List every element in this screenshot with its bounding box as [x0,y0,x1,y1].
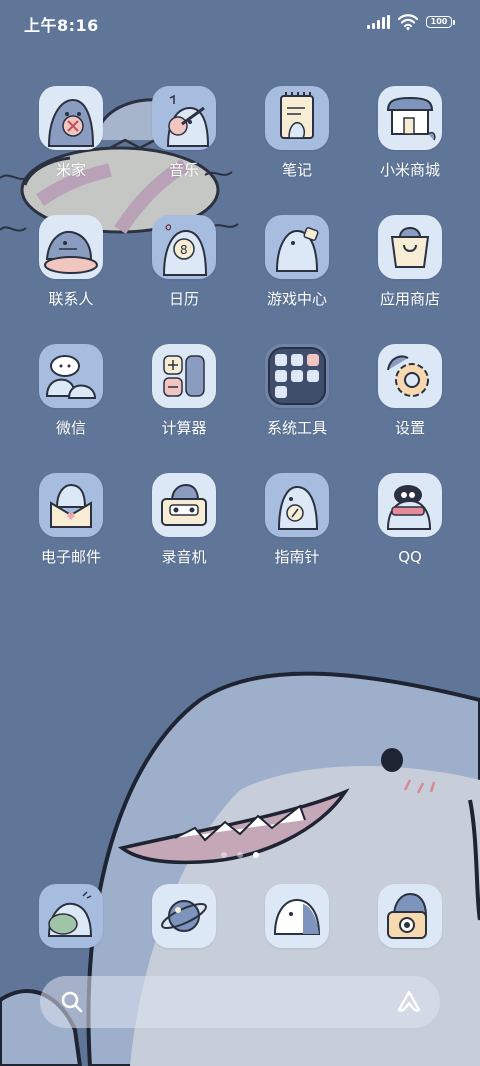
app-label: 指南针 [274,548,320,566]
app-wechat[interactable]: 微信 [15,344,127,438]
app-label: 计算器 [161,419,207,437]
music-shark-guitar-icon[interactable] [152,86,216,150]
mi-store-shark-house-icon[interactable] [378,86,442,150]
calendar-shark-number-icon[interactable]: 8 [152,215,216,279]
app-label: 联系人 [48,290,94,308]
app-label: 日历 [168,290,199,308]
battery-icon: 100 [426,16,455,28]
svg-text:8: 8 [180,243,188,257]
search-bar[interactable] [40,976,440,1028]
signal-icon [367,15,390,29]
app-mi-store[interactable]: 小米商城 [354,86,466,180]
mijia-shark-icon[interactable] [39,86,103,150]
app-label: 微信 [55,419,86,437]
dock-phone[interactable] [39,884,103,948]
app-music[interactable]: 音乐 [128,86,240,180]
app-label: QQ [398,548,422,566]
page-indicator[interactable] [0,852,480,858]
app-label: 应用商店 [379,290,440,308]
recorder-shark-cassette-icon[interactable] [152,473,216,537]
dock-browser[interactable] [152,884,216,948]
email-shark-envelope-icon[interactable] [39,473,103,537]
system-tools-folder-icon[interactable] [265,344,329,408]
calculator-icon[interactable] [152,344,216,408]
dock-messages[interactable] [265,884,329,948]
app-settings[interactable]: 设置 [354,344,466,438]
camera-shark-icon[interactable] [378,884,442,948]
browser-planet-icon[interactable] [152,884,216,948]
dock-camera[interactable] [378,884,442,948]
app-qq[interactable]: QQ [354,473,466,567]
status-time: 上午8:16 [24,16,99,35]
status-icons: 100 [367,12,455,32]
qq-penguin-shark-icon[interactable] [378,473,442,537]
page-dot[interactable] [221,852,227,858]
app-store-shark-bag-icon[interactable] [378,215,442,279]
messages-shark-icon[interactable] [265,884,329,948]
app-email[interactable]: 电子邮件 [15,473,127,567]
app-recorder[interactable]: 录音机 [128,473,240,567]
app-contacts[interactable]: 联系人 [15,215,127,309]
status-bar: 上午8:16 100 [0,0,480,44]
game-center-shark-icon[interactable] [265,215,329,279]
page-dot[interactable] [237,852,243,858]
app-calendar[interactable]: 8 日历 [128,215,240,309]
assistant-icon[interactable] [396,989,422,1015]
app-label: 录音机 [161,548,207,566]
app-mijia[interactable]: 米家 [15,86,127,180]
app-notes[interactable]: 笔记 [241,86,353,180]
app-calculator[interactable]: 计算器 [128,344,240,438]
contacts-shark-icon[interactable] [39,215,103,279]
compass-shark-icon[interactable] [265,473,329,537]
app-label: 米家 [55,161,86,179]
app-system-tools[interactable]: 系统工具 [241,344,353,438]
battery-level: 100 [430,17,448,26]
app-label: 小米商城 [379,161,440,179]
app-compass[interactable]: 指南针 [241,473,353,567]
app-label: 音乐 [168,161,199,179]
home-screen: 上午8:16 100 米家 音乐 笔记 小米商城 联系人 8 日历 游戏中心 应… [0,0,480,1066]
notes-shark-notepad-icon[interactable] [265,86,329,150]
app-label: 笔记 [281,161,312,179]
app-label: 电子邮件 [40,548,101,566]
app-app-store[interactable]: 应用商店 [354,215,466,309]
wechat-sharks-icon[interactable] [39,344,103,408]
page-dot-active[interactable] [253,852,259,858]
app-label: 游戏中心 [266,290,327,308]
app-game-center[interactable]: 游戏中心 [241,215,353,309]
phone-shark-icon[interactable] [39,884,103,948]
app-label: 设置 [394,419,425,437]
wifi-icon [398,14,418,30]
settings-gear-shark-icon[interactable] [378,344,442,408]
search-icon[interactable] [60,990,84,1014]
app-label: 系统工具 [266,419,327,437]
